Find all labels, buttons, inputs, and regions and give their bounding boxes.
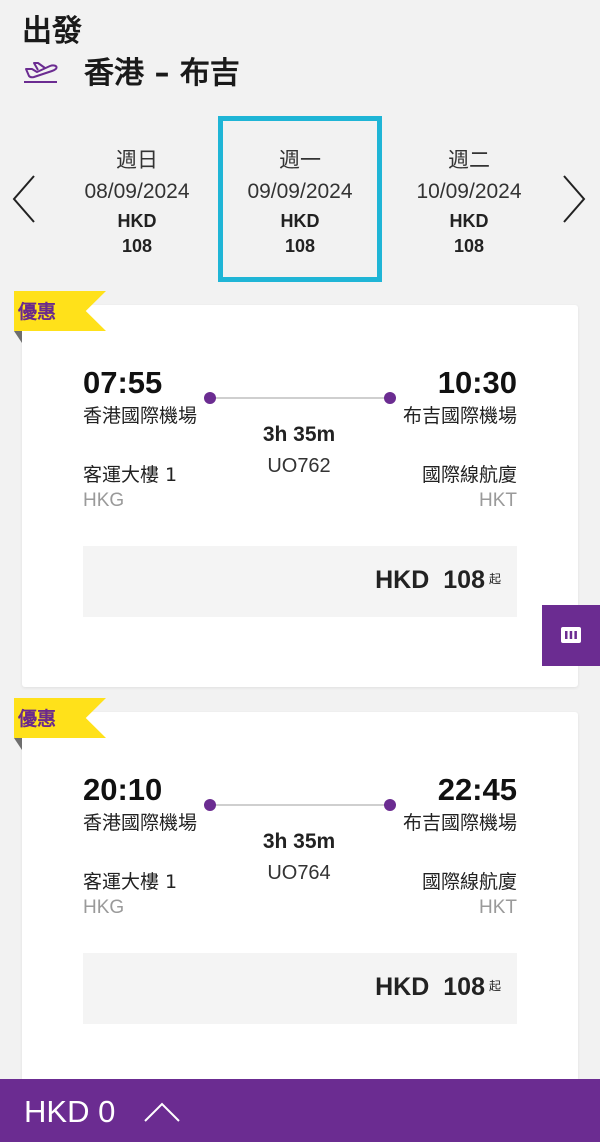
arrival-terminal: 國際線航廈 bbox=[421, 871, 517, 893]
arrival-airport: 布吉國際機場 bbox=[402, 812, 517, 834]
arrival-code: HKT bbox=[479, 490, 517, 511]
route-start-dot bbox=[204, 799, 216, 811]
fare-currency: HKD bbox=[375, 566, 430, 594]
page-title: 出發 bbox=[22, 14, 82, 49]
promo-badge: 優惠 bbox=[14, 291, 106, 331]
chevron-left-icon[interactable] bbox=[10, 174, 38, 224]
fare-price: HKD 108 bbox=[375, 973, 485, 1002]
fare-button[interactable]: HKD 108 起 bbox=[83, 546, 517, 617]
departure-code: HKG bbox=[83, 897, 125, 918]
arrival-time: 10:30 bbox=[437, 365, 517, 400]
chevron-up-icon bbox=[144, 1102, 180, 1122]
fare-suffix: 起 bbox=[488, 979, 501, 993]
date-currency: HKD bbox=[280, 211, 320, 231]
departure-time: 20:10 bbox=[83, 772, 163, 807]
fare-price: HKD 108 bbox=[375, 566, 485, 595]
date-weekday: 週日 bbox=[116, 148, 158, 172]
route-end-dot bbox=[384, 392, 396, 404]
departure-airport: 香港國際機場 bbox=[83, 812, 198, 834]
departure-code: HKG bbox=[83, 490, 125, 511]
arrival-code: HKT bbox=[479, 897, 517, 918]
departure-airport: 香港國際機場 bbox=[83, 405, 198, 427]
header: 出發 香港 – 布吉 bbox=[0, 0, 600, 100]
date-value: 09/09/2024 bbox=[247, 180, 353, 203]
badge-fold bbox=[14, 331, 22, 343]
date-selector: 週日 08/09/2024 HKD 108 週一 09/09/2024 HKD … bbox=[0, 116, 600, 282]
date-currency: HKD bbox=[117, 211, 157, 231]
date-weekday: 週二 bbox=[448, 148, 490, 172]
date-option[interactable]: 週日 08/09/2024 HKD 108 bbox=[55, 116, 219, 282]
badge-fold bbox=[14, 738, 22, 750]
flight-duration: 3h 35m bbox=[262, 830, 336, 853]
route-title: 香港 – 布吉 bbox=[84, 56, 240, 91]
flight-card[interactable]: 優惠 20:10 香港國際機場 客運大樓 1 HKG 3h 35m UO764 … bbox=[14, 698, 578, 1094]
chevron-right-icon[interactable] bbox=[560, 174, 588, 224]
route-line bbox=[209, 397, 389, 399]
date-weekday: 週一 bbox=[279, 148, 321, 172]
departure-terminal: 客運大樓 1 bbox=[83, 871, 178, 893]
departure-terminal: 客運大樓 1 bbox=[83, 464, 178, 486]
side-tab-button[interactable] bbox=[542, 605, 600, 666]
date-price: 108 bbox=[453, 236, 485, 256]
flight-number: UO762 bbox=[267, 455, 331, 477]
calendar-icon bbox=[561, 627, 581, 643]
flight-card[interactable]: 優惠 07:55 香港國際機場 客運大樓 1 HKG 3h 35m UO762 … bbox=[14, 291, 578, 687]
promo-label: 優惠 bbox=[18, 301, 57, 323]
date-price: 108 bbox=[121, 236, 153, 256]
date-value: 08/09/2024 bbox=[84, 180, 190, 203]
route-end-dot bbox=[384, 799, 396, 811]
date-option[interactable]: 週二 10/09/2024 HKD 108 bbox=[387, 116, 551, 282]
date-option-selected[interactable]: 週一 09/09/2024 HKD 108 bbox=[218, 116, 382, 282]
fare-button[interactable]: HKD 108 起 bbox=[83, 953, 517, 1024]
fare-currency: HKD bbox=[375, 973, 430, 1001]
fare-amount: 108 bbox=[443, 973, 485, 1001]
fare-amount: 108 bbox=[443, 566, 485, 594]
departure-time: 07:55 bbox=[83, 365, 163, 400]
route-line bbox=[209, 804, 389, 806]
promo-badge: 優惠 bbox=[14, 698, 106, 738]
date-currency: HKD bbox=[449, 211, 489, 231]
date-value: 10/09/2024 bbox=[416, 180, 522, 203]
total-price: HKD 0 bbox=[24, 1094, 116, 1129]
route-start-dot bbox=[204, 392, 216, 404]
total-price-bar[interactable]: HKD 0 bbox=[0, 1079, 600, 1142]
arrival-time: 22:45 bbox=[437, 772, 517, 807]
arrival-terminal: 國際線航廈 bbox=[421, 464, 517, 486]
promo-label: 優惠 bbox=[18, 708, 57, 730]
flight-duration: 3h 35m bbox=[262, 423, 336, 446]
fare-suffix: 起 bbox=[488, 572, 501, 586]
date-price: 108 bbox=[284, 236, 316, 256]
route-row: 香港 – 布吉 bbox=[20, 50, 240, 91]
flight-number: UO764 bbox=[267, 862, 331, 884]
plane-takeoff-icon bbox=[24, 62, 58, 83]
arrival-airport: 布吉國際機場 bbox=[402, 405, 517, 427]
